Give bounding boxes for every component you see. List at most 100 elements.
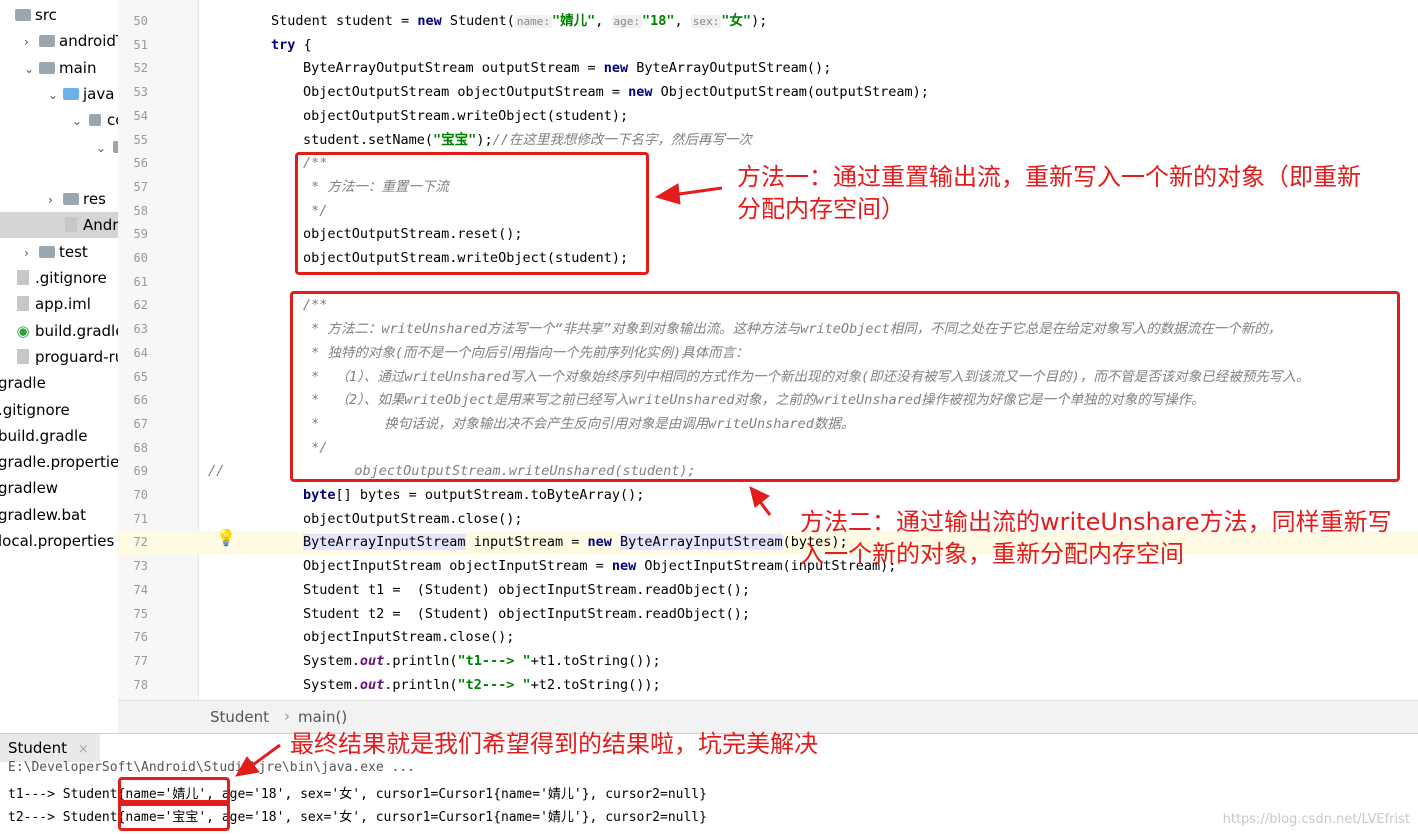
breadcrumb-method[interactable]: main() bbox=[298, 708, 347, 726]
annotation-method-one-line1: 方法一：通过重置输出流，重新写入一个新的对象（即重新 bbox=[737, 163, 1361, 191]
line-number: 64 bbox=[133, 345, 148, 360]
chevron-down-icon[interactable]: ⌄ bbox=[24, 57, 38, 81]
code-text: try { bbox=[271, 34, 312, 58]
tree-item[interactable]: local.properties bbox=[0, 529, 114, 553]
run-tab[interactable]: Student × bbox=[0, 734, 100, 762]
breadcrumb-class[interactable]: Student bbox=[210, 708, 269, 726]
code-line[interactable]: 54 objectOutputStream.writeObject(student… bbox=[118, 105, 1418, 129]
line-number: 50 bbox=[133, 14, 148, 28]
code-line[interactable]: 76 objectInputStream.close(); bbox=[118, 626, 1418, 650]
method-one-highlight-box bbox=[295, 152, 649, 275]
tree-item-label: .gitignore bbox=[0, 400, 70, 419]
tree-item[interactable]: src bbox=[0, 3, 57, 27]
tree-item[interactable]: gradlew.bat bbox=[0, 503, 86, 527]
close-icon[interactable]: × bbox=[78, 742, 89, 757]
chevron-right-icon[interactable]: › bbox=[24, 241, 38, 265]
code-text: byte[] bytes = outputStream.toByteArray(… bbox=[303, 484, 644, 508]
line-number: 71 bbox=[133, 511, 148, 526]
annotation-method-one-line2: 分配内存空间） bbox=[737, 195, 905, 223]
code-text: System.out.println("t2---> "+t2.toString… bbox=[303, 674, 661, 698]
code-token: +t2.toString()); bbox=[530, 676, 661, 693]
tree-item[interactable]: gradlew bbox=[0, 476, 58, 500]
tree-item[interactable]: .gitignore bbox=[0, 266, 107, 290]
tree-item[interactable]: gradle.propertie bbox=[0, 450, 119, 474]
code-token: "宝宝" bbox=[433, 131, 477, 148]
code-token: inputStream = bbox=[465, 534, 588, 551]
code-line[interactable]: 70 byte[] bytes = outputStream.toByteArra… bbox=[118, 484, 1418, 508]
code-line[interactable]: 53 ObjectOutputStream objectOutputStream … bbox=[118, 81, 1418, 105]
code-line[interactable]: 77 System.out.println("t1---> "+t1.toStri… bbox=[118, 650, 1418, 674]
code-line[interactable]: 55 student.setName("宝宝");//在这里我想修改一下名字，然后… bbox=[118, 129, 1418, 153]
line-number: 59 bbox=[133, 227, 148, 242]
annotation-method-two-line2: 入一个新的对象，重新分配内存空间 bbox=[800, 540, 1184, 568]
file-icon bbox=[14, 292, 32, 316]
tree-item[interactable]: proguard-rul bbox=[0, 345, 118, 369]
code-text: Student t1 = (Student) objectInputStream… bbox=[303, 579, 750, 603]
code-line[interactable]: 74 Student t1 = (Student) objectInputStre… bbox=[118, 579, 1418, 603]
code-token: new bbox=[611, 558, 637, 575]
line-number: 51 bbox=[133, 37, 148, 52]
code-line[interactable]: 50 Student student = new Student(name: "婧儿… bbox=[118, 10, 1418, 34]
code-token: new bbox=[587, 534, 612, 551]
code-token: ); bbox=[751, 13, 768, 29]
code-token: , bbox=[674, 13, 691, 29]
code-token: name: bbox=[514, 15, 552, 28]
code-token: try bbox=[271, 36, 296, 53]
output-highlight-box-2 bbox=[118, 800, 230, 831]
package-icon bbox=[86, 108, 104, 132]
tree-item[interactable]: app.iml bbox=[0, 292, 91, 316]
code-token: Student student = bbox=[271, 13, 418, 29]
code-text: Student t2 = (Student) objectInputStream… bbox=[303, 603, 750, 627]
tree-item[interactable]: › androidTe bbox=[24, 29, 118, 54]
tree-item[interactable]: ⌄ bbox=[96, 135, 118, 160]
tree-item-label: gradle bbox=[0, 374, 46, 393]
code-line[interactable]: 78 System.out.println("t2---> "+t2.toStri… bbox=[118, 674, 1418, 698]
tree-item[interactable]: Andro bbox=[48, 213, 118, 237]
chevron-down-icon[interactable]: ⌄ bbox=[96, 136, 110, 160]
line-number: 76 bbox=[133, 630, 148, 645]
code-token: out bbox=[359, 652, 385, 669]
code-token: Student t1 = (Student) objectInputStream… bbox=[303, 581, 751, 598]
file-icon bbox=[14, 345, 32, 369]
code-token: ByteArrayOutputStream outputStream = bbox=[303, 60, 604, 77]
code-token: "t1---> " bbox=[457, 652, 531, 669]
code-token: "婧儿" bbox=[551, 13, 596, 29]
code-text: ObjectOutputStream objectOutputStream = … bbox=[303, 81, 929, 105]
tree-item-label: test bbox=[59, 242, 88, 261]
chevron-down-icon[interactable]: ⌄ bbox=[48, 83, 62, 107]
file-icon bbox=[14, 266, 32, 290]
code-token: new bbox=[417, 13, 442, 29]
breadcrumb-separator: › bbox=[284, 707, 290, 725]
tree-item-label: app.iml bbox=[35, 295, 91, 314]
annotation-method-two-line1: 方法二：通过输出流的writeUnshare方法，同样重新写 bbox=[800, 508, 1392, 536]
method-two-highlight-box bbox=[290, 291, 1400, 482]
code-token: objectOutputStream.writeObject(student); bbox=[303, 107, 629, 124]
tree-item-label: androidTe bbox=[59, 32, 118, 51]
tree-item[interactable]: ⌄co bbox=[72, 108, 118, 133]
code-text: ByteArrayInputStream inputStream = new B… bbox=[303, 531, 848, 555]
tree-item[interactable]: › test bbox=[24, 240, 88, 264]
code-line[interactable]: 51 try { bbox=[118, 34, 1418, 58]
chevron-right-icon[interactable]: › bbox=[24, 30, 38, 54]
tree-item[interactable]: ◉ build.gradle bbox=[0, 319, 118, 343]
code-token: // bbox=[208, 463, 225, 480]
tree-item[interactable]: .gitignore bbox=[0, 398, 70, 422]
tree-item[interactable]: gradle bbox=[0, 371, 46, 395]
code-line[interactable]: 75 Student t2 = (Student) objectInputStre… bbox=[118, 603, 1418, 627]
tree-item[interactable]: ⌄ java bbox=[48, 82, 114, 106]
code-token: System. bbox=[303, 652, 360, 669]
output-line-1: t1---> Student{name='婧儿', age='18', sex=… bbox=[8, 787, 707, 802]
code-text: student.setName("宝宝");//在这里我想修改一下名字，然后再写… bbox=[303, 129, 752, 153]
chevron-right-icon[interactable]: › bbox=[48, 188, 62, 212]
tree-item[interactable]: ⌄ main bbox=[24, 56, 96, 80]
annotation-method-two: 方法二：通过输出流的writeUnshare方法，同样重新写 入一个新的对象，重… bbox=[800, 506, 1392, 570]
tree-item-label: gradle.propertie bbox=[0, 453, 119, 472]
code-line[interactable]: 52 ByteArrayOutputStream outputStream = n… bbox=[118, 57, 1418, 81]
folder-icon bbox=[14, 3, 32, 27]
tree-item[interactable]: › res bbox=[48, 187, 106, 211]
code-token: ); bbox=[476, 131, 493, 148]
line-number: 69 bbox=[133, 464, 148, 479]
tree-item[interactable]: build.gradle bbox=[0, 424, 87, 448]
chevron-down-icon[interactable]: ⌄ bbox=[72, 109, 86, 133]
lightbulb-icon[interactable]: 💡 bbox=[216, 528, 236, 547]
